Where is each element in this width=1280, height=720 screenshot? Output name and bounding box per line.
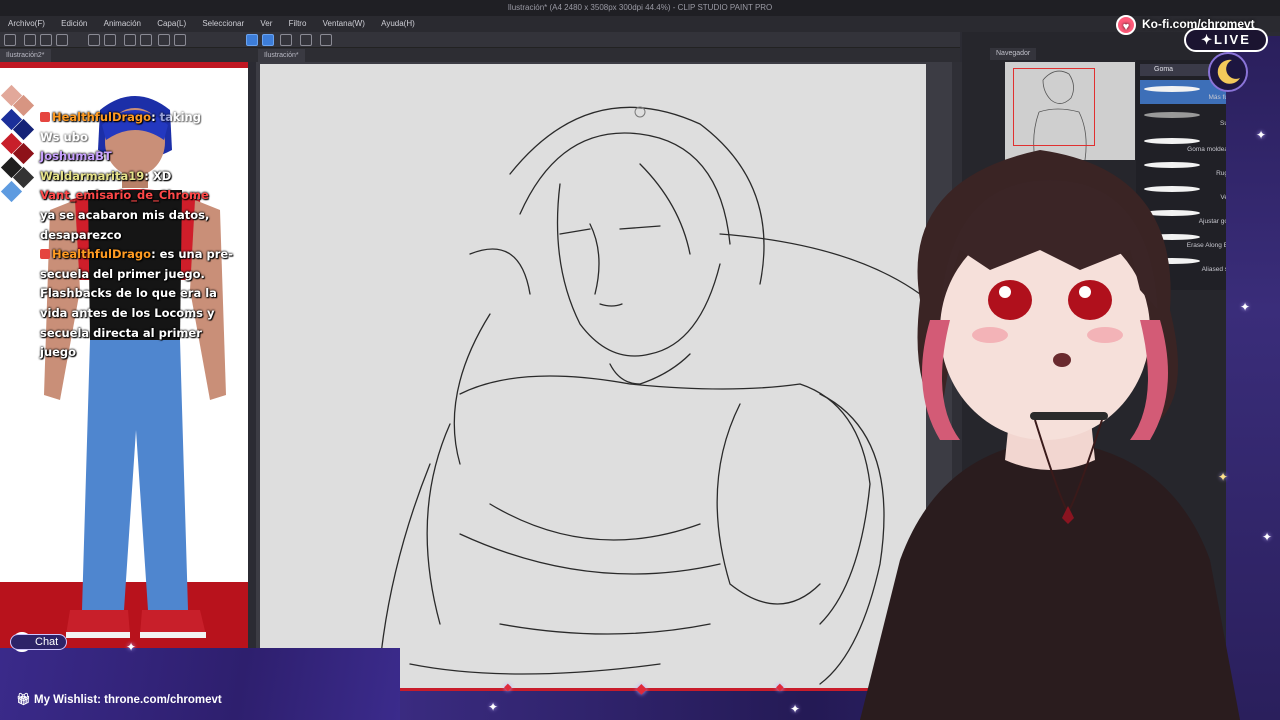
live-sparkle-icon: ✦ xyxy=(1201,32,1214,47)
pen-tool-icon[interactable] xyxy=(262,34,274,46)
chat-label: Chat xyxy=(10,634,68,650)
live-text: LIVE xyxy=(1214,32,1251,47)
settings-gear-icon[interactable] xyxy=(124,34,136,46)
wishlist-link[interactable]: 🎁︎ My Wishlist: throne.com/chromevt xyxy=(16,692,222,706)
menu-animacion[interactable]: Animación xyxy=(104,16,141,32)
chat-message: HealthfulDrago: es una pre-secuela del p… xyxy=(40,247,233,360)
brush-cursor-icon xyxy=(634,106,646,118)
subscriber-badge-icon xyxy=(40,112,50,122)
navigator-view-frame[interactable] xyxy=(1013,68,1095,146)
redo-icon[interactable] xyxy=(104,34,116,46)
menu-seleccionar[interactable]: Seleccionar xyxy=(202,16,244,32)
stream-chat: HealthfulDrago: taking Ws ubo JoshumaBT … xyxy=(40,108,240,363)
chat-message: Ws ubo xyxy=(40,128,240,148)
star-icon: ✦ xyxy=(1218,470,1229,484)
chat-message: HealthfulDrago: taking xyxy=(40,108,240,128)
star-icon: ✦ xyxy=(126,640,137,654)
star-icon: ✦ xyxy=(790,702,801,716)
crop-icon[interactable] xyxy=(174,34,186,46)
chat-text: es una pre-secuela del primer juego. Fla… xyxy=(40,247,233,360)
ruler-icon[interactable] xyxy=(300,34,312,46)
chat-message: Vant_emisario_de_Chrome ya se acabaron m… xyxy=(40,186,240,245)
chat-text: ya se acabaron mis datos, desaparezco xyxy=(40,207,210,242)
new-file-icon[interactable] xyxy=(4,34,16,46)
left-doc-tabbar: Ilustración2* xyxy=(0,48,256,62)
star-icon: ✦ xyxy=(1256,128,1267,142)
command-bar xyxy=(0,32,960,48)
tab-ilustracion[interactable]: Ilustración* xyxy=(258,49,305,62)
wishlist-text: My Wishlist: throne.com/chromevt xyxy=(34,694,222,706)
chat-username: HealthfulDrago xyxy=(52,110,152,124)
moon-icon xyxy=(1208,52,1248,92)
transform-icon[interactable] xyxy=(158,34,170,46)
chat-message: Waldarmarita19: XD xyxy=(40,168,172,183)
sketch-drawing xyxy=(379,106,921,685)
pencil-tool-icon[interactable] xyxy=(280,34,292,46)
main-doc-tabbar: Ilustración* xyxy=(256,48,960,62)
menu-filtro[interactable]: Filtro xyxy=(289,16,307,32)
tab-ilustracion2[interactable]: Ilustración2* xyxy=(0,49,51,62)
menu-ayuda[interactable]: Ayuda(H) xyxy=(381,16,415,32)
kofi-cup-icon: ♥ xyxy=(1116,14,1136,35)
chat-text: Ws ubo xyxy=(40,129,88,144)
undo-icon[interactable] xyxy=(88,34,100,46)
red-gem-icon: ◆ xyxy=(636,680,647,696)
live-badge: ✦LIVE xyxy=(1184,28,1268,52)
open-file-icon[interactable] xyxy=(24,34,36,46)
drawing-canvas[interactable] xyxy=(260,64,926,688)
red-gem-icon: ◆ xyxy=(504,682,512,693)
chat-username: JoshumaBT xyxy=(40,149,112,164)
tab-navigator[interactable]: Navegador xyxy=(990,48,1037,60)
chat-username: HealthfulDrago xyxy=(52,247,152,262)
chat-username: Vant_emisario_de_Chrome xyxy=(40,188,209,203)
gift-icon: 🎁︎ xyxy=(16,694,31,706)
menu-capa[interactable]: Capa(L) xyxy=(157,16,186,32)
chat-username: Waldarmarita19 xyxy=(40,168,145,183)
help-icon[interactable] xyxy=(320,34,332,46)
star-icon: ✦ xyxy=(488,700,499,714)
chat-message: JoshumaBT xyxy=(40,147,240,167)
chat-text: XD xyxy=(152,168,172,183)
menu-edicion[interactable]: Edición xyxy=(61,16,87,32)
window-title: Ilustración* (A4 2480 x 3508px 300dpi 44… xyxy=(0,0,1280,16)
save-icon[interactable] xyxy=(40,34,52,46)
brush-item[interactable]: Su xyxy=(1140,106,1232,130)
brush-tool-icon[interactable] xyxy=(246,34,258,46)
menu-ver[interactable]: Ver xyxy=(260,16,272,32)
menu-bar: Archivo(F) Edición Animación Capa(L) Sel… xyxy=(0,16,1280,32)
red-gem-icon: ◆ xyxy=(776,682,784,693)
menu-archivo[interactable]: Archivo(F) xyxy=(8,16,45,32)
vtuber-avatar xyxy=(860,150,1240,720)
fill-bucket-icon[interactable] xyxy=(140,34,152,46)
subscriber-badge-icon xyxy=(40,249,50,260)
star-icon: ✦ xyxy=(1240,300,1251,314)
chat-text: taking xyxy=(159,110,201,124)
star-icon: ✦ xyxy=(1262,530,1273,544)
overlay-bottom-bar xyxy=(0,648,400,720)
subtool-category-goma[interactable]: Goma xyxy=(1140,64,1210,76)
menu-ventana[interactable]: Ventana(W) xyxy=(323,16,365,32)
export-icon[interactable] xyxy=(56,34,68,46)
